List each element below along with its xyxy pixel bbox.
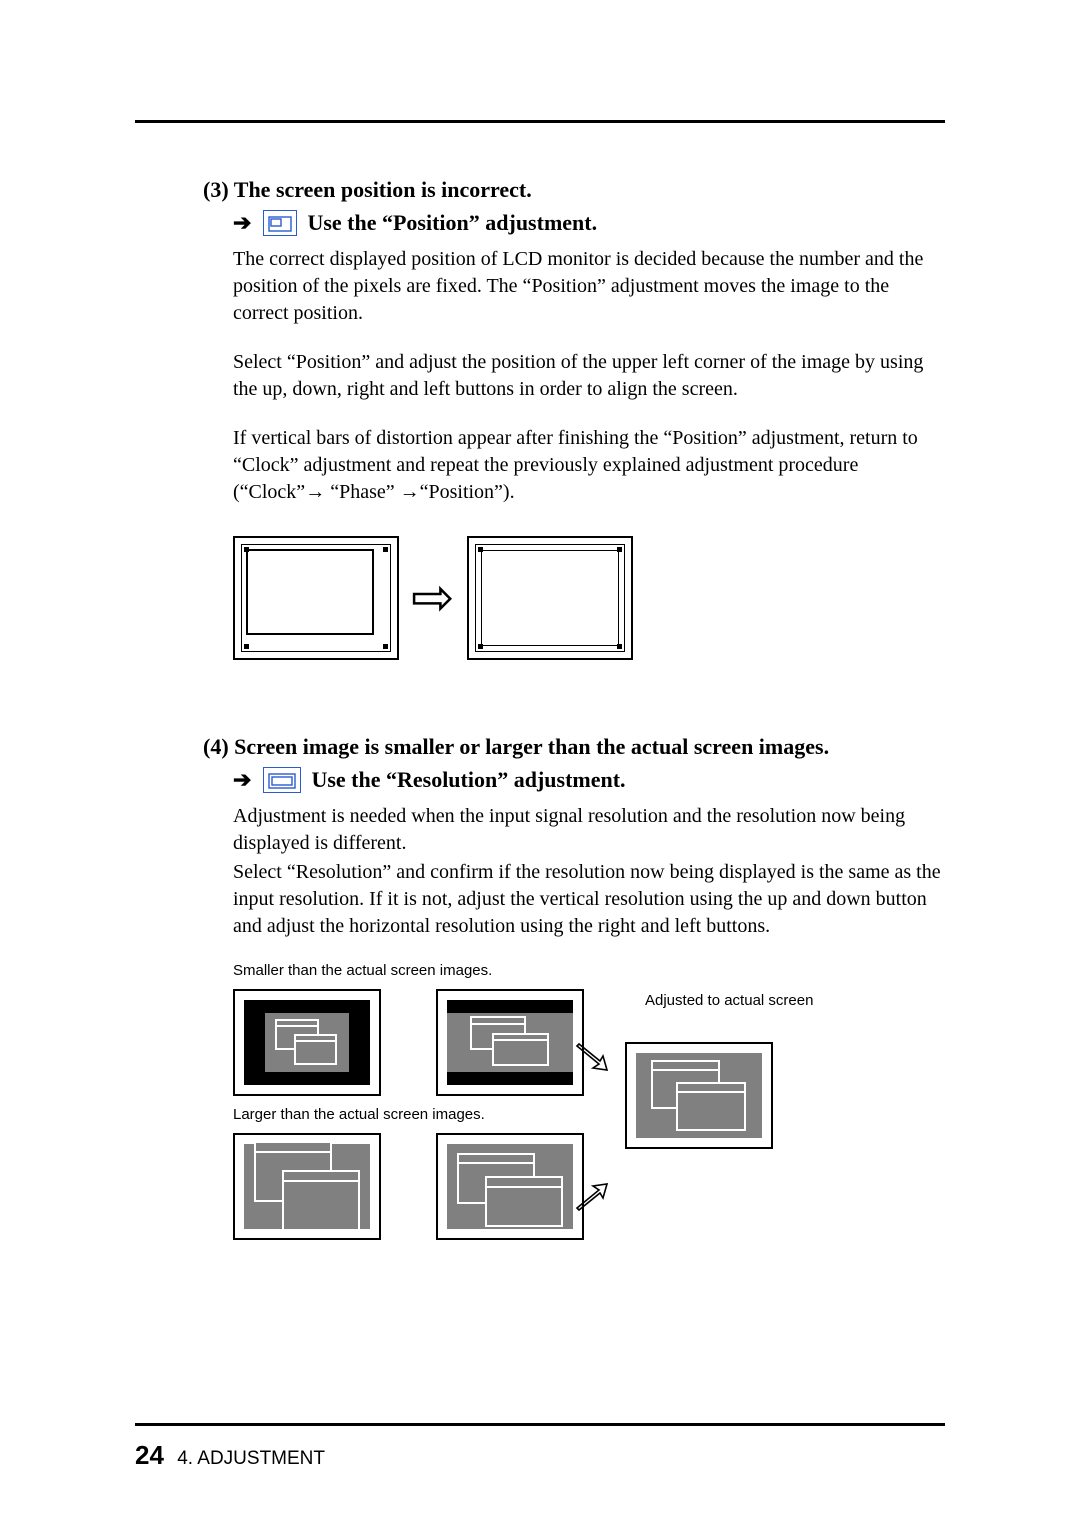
section4-para1: Adjustment is needed when the input sign… [203,803,945,857]
arrow-down-right-icon [575,1042,609,1072]
heading-3: (3) The screen position is incorrect. [203,173,945,206]
monitor-larger-2 [436,1133,584,1240]
section3-para1: The correct displayed position of LCD mo… [203,246,945,327]
position-icon [263,210,297,236]
top-rule [135,120,945,123]
resolution-diagram-block: Smaller than the actual screen images. [203,962,945,1282]
monitor-after [467,536,633,660]
bottom-rule [135,1423,945,1426]
position-diagram: ⇨ [203,536,945,660]
result-group: Adjusted to actual screen [605,962,885,1009]
section3-para2: Select “Position” and adjust the positio… [203,349,945,403]
monitor-adjusted [625,1042,773,1149]
page-number: 24 [135,1440,164,1470]
resolution-icon [263,767,301,793]
monitor-smaller-2 [436,989,584,1096]
subhead-4-text: Use the “Resolution” adjustment. [311,767,625,793]
heading-number: (3) [203,177,229,202]
heading-4: (4) Screen image is smaller or larger th… [203,730,945,763]
monitor-before [233,536,399,660]
result-arrows [575,1042,609,1212]
caption-adjusted: Adjusted to actual screen [645,992,885,1009]
content-area: (3) The screen position is incorrect. ➔ … [135,173,945,1282]
monitor-larger-1 [233,1133,381,1240]
subhead-4-row: ➔ Use the “Resolution” adjustment. [203,767,945,793]
heading-title: The screen position is incorrect. [234,177,532,202]
footer: 24 4. ADJUSTMENT [135,1440,325,1471]
heading-title: Screen image is smaller or larger than t… [234,734,829,759]
heading-number: (4) [203,734,229,759]
page-body: (3) The screen position is incorrect. ➔ … [135,120,945,1282]
arrow-icon: ➔ [233,210,253,236]
transition-arrow-icon: ⇨ [411,572,455,624]
arrow-icon: ➔ [233,767,253,793]
arrow-up-right-icon [575,1182,609,1212]
subhead-3-text: Use the “Position” adjustment. [307,210,597,236]
subhead-3-row: ➔ Use the “Position” adjustment. [203,210,945,236]
monitor-smaller-1 [233,989,381,1096]
footer-section: 4. ADJUSTMENT [177,1448,325,1469]
section4-para2: Select “Resolution” and confirm if the r… [203,859,945,940]
section3-para3: If vertical bars of distortion appear af… [203,425,945,506]
